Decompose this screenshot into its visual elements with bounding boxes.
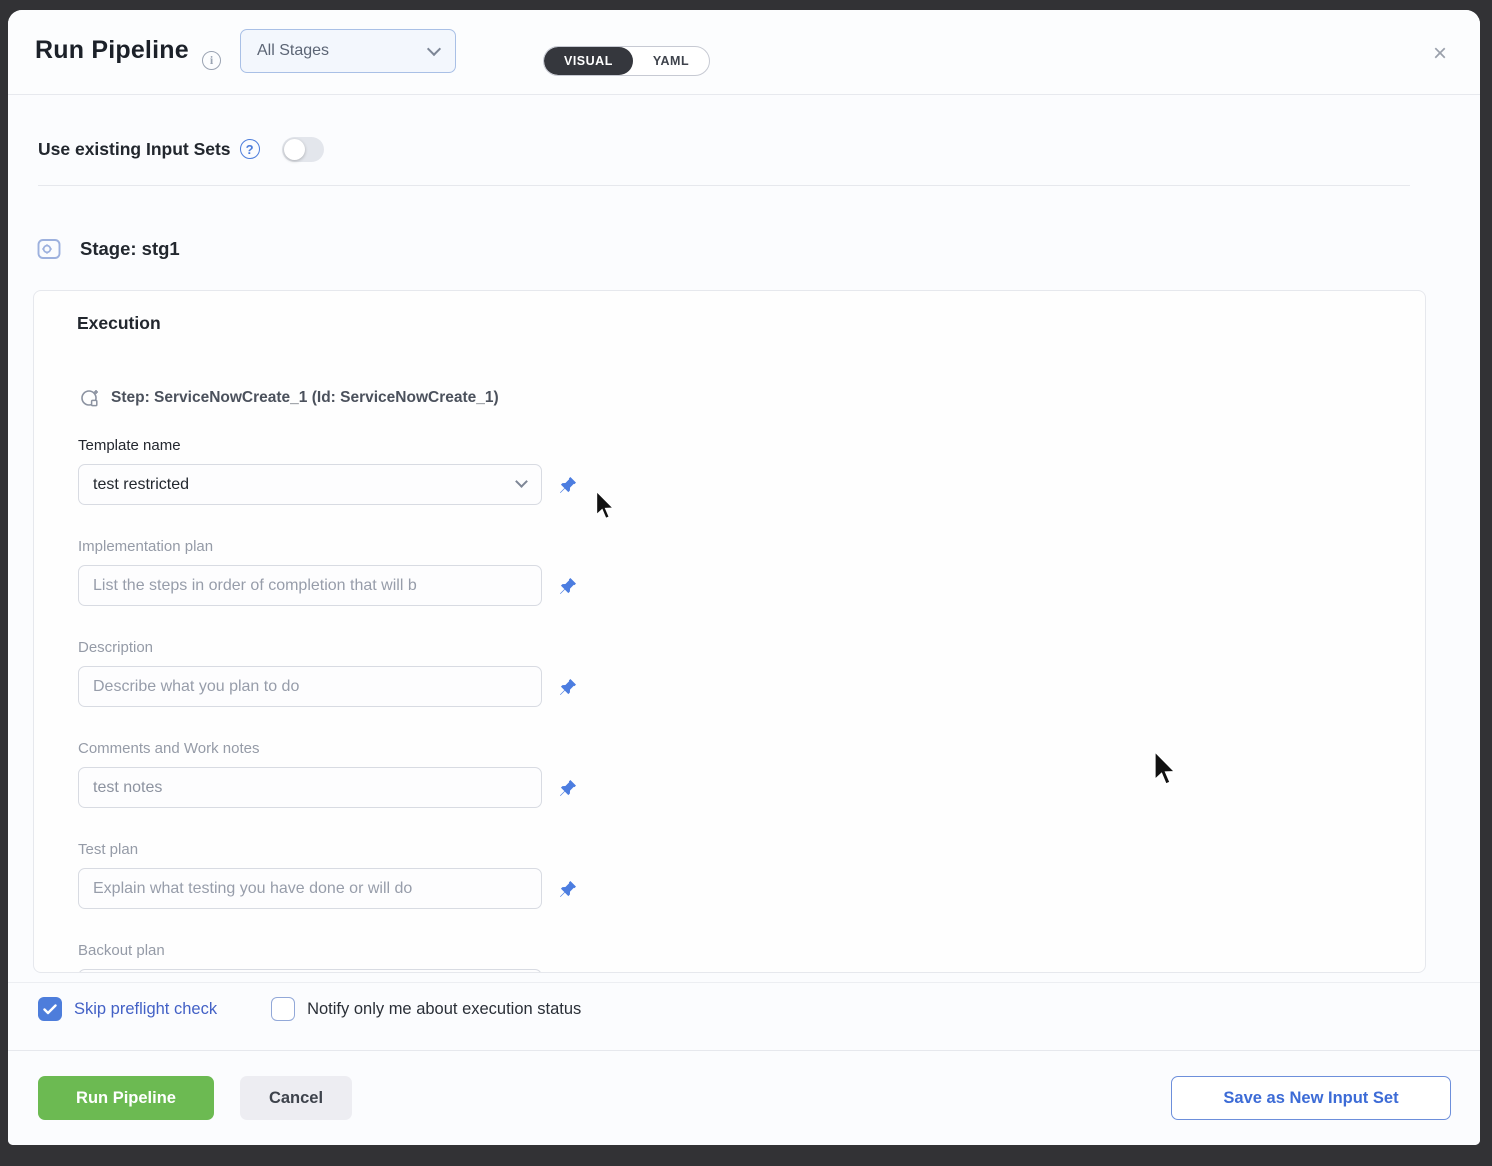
field-label: Template name (78, 437, 626, 454)
visual-yaml-toggle: VISUAL YAML (543, 46, 710, 76)
notify-checkbox[interactable] (271, 997, 295, 1021)
field-label: Implementation plan (78, 538, 626, 555)
pin-icon[interactable] (548, 868, 588, 909)
notify-label: Notify only me about execution status (307, 1000, 581, 1019)
input-sets-row: Use existing Input Sets ? (38, 134, 324, 164)
implementation-plan-input[interactable] (78, 565, 542, 606)
field-label: Backout plan (78, 942, 626, 959)
create-step-icon (79, 387, 101, 409)
field-comments: Comments and Work notes (78, 740, 626, 808)
screen: { "header": { "title": "Run Pipeline", "… (0, 0, 1492, 1166)
close-icon[interactable]: × (1425, 39, 1455, 69)
tab-yaml[interactable]: YAML (633, 47, 709, 75)
cancel-button[interactable]: Cancel (240, 1076, 352, 1120)
checkbox-row: Skip preflight check Notify only me abou… (38, 997, 633, 1021)
backout-plan-input[interactable] (78, 969, 542, 973)
info-icon[interactable]: i (202, 51, 221, 70)
description-input[interactable] (78, 666, 542, 707)
step-label: Step: ServiceNowCreate_1 (Id: ServiceNow… (111, 389, 499, 407)
input-sets-toggle[interactable] (282, 137, 324, 162)
stage-label: Stage: stg1 (80, 238, 180, 260)
field-label: Description (78, 639, 626, 656)
execution-title: Execution (77, 313, 161, 334)
field-label: Test plan (78, 841, 626, 858)
run-pipeline-modal: Run Pipeline i All Stages VISUAL YAML × … (8, 10, 1480, 1145)
execution-card: Execution Step: ServiceNowCreate_1 (Id: … (33, 290, 1426, 973)
stage-row: Stage: stg1 (36, 236, 180, 262)
field-test-plan: Test plan (78, 841, 626, 909)
pin-icon[interactable] (548, 464, 588, 505)
template-name-select[interactable] (78, 464, 542, 505)
test-plan-input[interactable] (78, 868, 542, 909)
field-backout-plan: Backout plan (78, 942, 626, 973)
run-pipeline-button[interactable]: Run Pipeline (38, 1076, 214, 1120)
pin-icon[interactable] (548, 767, 588, 808)
skip-preflight-label[interactable]: Skip preflight check (74, 1000, 217, 1019)
check-icon (43, 1004, 57, 1015)
divider (8, 1050, 1480, 1051)
save-as-new-input-set-button[interactable]: Save as New Input Set (1171, 1076, 1451, 1120)
chevron-down-icon (427, 42, 441, 56)
step-row: Step: ServiceNowCreate_1 (Id: ServiceNow… (79, 387, 499, 409)
toggle-knob (284, 139, 305, 160)
pin-icon[interactable] (548, 565, 588, 606)
field-template-name: Template name (78, 437, 626, 505)
field-description: Description (78, 639, 626, 707)
help-icon[interactable]: ? (240, 139, 260, 159)
input-sets-label: Use existing Input Sets (38, 139, 231, 160)
divider (38, 185, 1410, 186)
skip-preflight-checkbox[interactable] (38, 997, 62, 1021)
tab-visual[interactable]: VISUAL (544, 47, 633, 75)
field-implementation-plan: Implementation plan (78, 538, 626, 606)
page-title: Run Pipeline (35, 36, 189, 65)
modal-footer: Skip preflight check Notify only me abou… (8, 982, 1480, 1145)
field-label: Comments and Work notes (78, 740, 626, 757)
stages-dropdown-value: All Stages (257, 42, 329, 60)
comments-input[interactable] (78, 767, 542, 808)
template-name-value[interactable] (78, 464, 542, 505)
stage-icon (36, 236, 62, 262)
modal-header: Run Pipeline i All Stages VISUAL YAML × (8, 10, 1480, 95)
stages-dropdown[interactable]: All Stages (240, 29, 456, 73)
pin-icon[interactable] (548, 666, 588, 707)
